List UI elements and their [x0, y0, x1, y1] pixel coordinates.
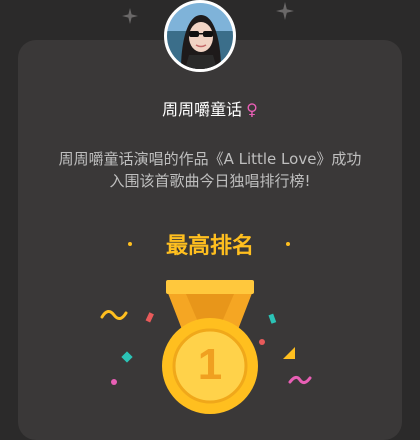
confetti-icon	[145, 312, 154, 323]
confetti-icon	[283, 347, 295, 359]
rank-number: 1	[197, 340, 223, 389]
confetti-icon	[100, 310, 128, 320]
confetti-icon	[111, 379, 117, 385]
confetti-icon	[121, 351, 133, 363]
confetti-icon	[259, 339, 265, 345]
confetti-icon	[288, 375, 312, 385]
confetti-icon	[268, 313, 277, 324]
